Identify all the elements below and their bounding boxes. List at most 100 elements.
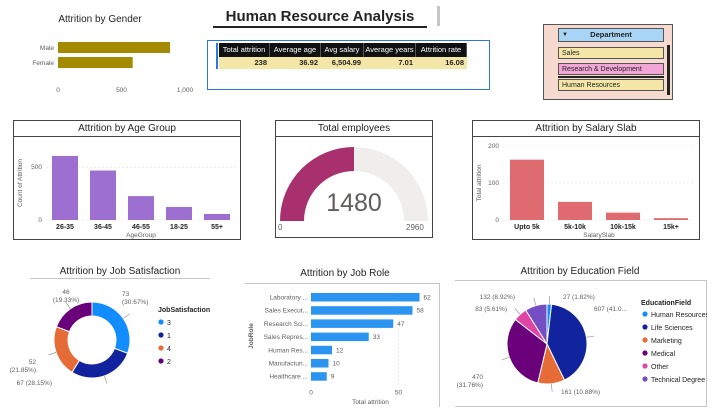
- salary-slab-y-tick: 100: [488, 180, 499, 187]
- job-satisfaction-data-label: 46: [62, 289, 70, 296]
- job-satisfaction-data-label: 67 (28.15%): [17, 380, 52, 387]
- department-slicer: ▼ Department Sales Research & Developmen…: [543, 24, 673, 100]
- job-role-bar: [311, 372, 327, 381]
- education-field-legend-marker: [642, 363, 648, 369]
- education-field-legend-label: Medical: [651, 351, 676, 358]
- education-field-leader-line: [514, 308, 521, 315]
- gauge-min-label: 0: [278, 223, 283, 232]
- job-satisfaction-slice: [53, 326, 81, 373]
- kpi-header-avg-salary[interactable]: Avg salary: [321, 43, 364, 57]
- education-field-legend-marker: [642, 350, 648, 356]
- salary-slab-category-label: 10k-15k: [610, 224, 636, 231]
- age-group-chart-title: Attrition by Age Group: [14, 121, 240, 137]
- age-group-bar: [166, 206, 192, 220]
- salary-slab-category-label: 5k-10k: [564, 224, 586, 231]
- department-item-human-resources[interactable]: Human Resources: [558, 79, 664, 91]
- department-item-research-development[interactable]: Research & Development: [558, 63, 664, 75]
- salary-slab-x-axis-label: SalarySlab: [583, 232, 615, 239]
- job-role-x-axis-label: Total attrition: [352, 399, 389, 406]
- job-role-bar: [311, 306, 413, 315]
- job-role-chart-title: Attrition by Job Role: [300, 268, 390, 279]
- department-slicer-divider: [558, 76, 664, 78]
- age-group-panel: Attrition by Age Group 0 500 26-35 36-45 46-…: [13, 120, 241, 240]
- gender-bar: [58, 57, 133, 68]
- job-satisfaction-chart-title: Attrition by Job Satisfaction: [59, 266, 181, 277]
- salary-slab-bar: [654, 218, 688, 220]
- kpi-header-average-years[interactable]: Average years: [364, 43, 416, 57]
- age-group-category-label: 26-35: [56, 224, 74, 231]
- salary-slab-y-tick: 200: [488, 143, 499, 150]
- education-field-data-label: 132 (8.92%): [480, 294, 515, 301]
- age-group-bar: [52, 155, 78, 220]
- kpi-value-total-attrition: 238: [219, 57, 270, 69]
- job-role-category-label: Human Res...: [268, 347, 308, 354]
- job-satisfaction-slice: [55, 301, 93, 333]
- salary-slab-y-tick: 0: [495, 217, 499, 224]
- education-field-leader-line: [586, 335, 595, 338]
- job-role-data-label: 58: [417, 308, 425, 315]
- kpi-header-attrition-rate[interactable]: Attrition rate: [416, 43, 467, 57]
- job-role-data-label: 9: [331, 374, 335, 381]
- job-role-category-label: Research Sci...: [264, 321, 308, 328]
- job-role-y-axis-label: JobRole: [248, 323, 255, 349]
- education-field-legend-label: Other: [651, 364, 669, 371]
- gender-x-tick: 500: [116, 87, 127, 94]
- job-role-bar: [311, 293, 420, 302]
- job-satisfaction-divider: [30, 278, 210, 279]
- job-satisfaction-slice: [91, 301, 131, 354]
- title-divider: [437, 6, 440, 26]
- salary-slab-chart-title: Attrition by Salary Slab: [473, 121, 699, 137]
- salary-slab-bar: [606, 212, 640, 220]
- job-satisfaction-legend-marker: [158, 319, 164, 325]
- kpi-header-average-age[interactable]: Average age: [270, 43, 321, 57]
- department-slicer-title: Department: [590, 30, 632, 39]
- department-slicer-scrollbar[interactable]: [667, 45, 670, 95]
- job-role-bar: [311, 345, 332, 355]
- education-field-data-label: (31.76%): [457, 382, 483, 389]
- education-field-data-label: 161 (10.88%): [561, 389, 600, 396]
- job-role-data-label: 10: [333, 361, 341, 368]
- education-field-data-label: 470: [472, 374, 483, 381]
- job-role-category-label: Healthcare ...: [269, 374, 308, 381]
- job-satisfaction-data-label: (30.67%): [122, 299, 148, 306]
- salary-slab-chart: 0 100 200 Upto 5k 5k-10k 10k-15k 15k+ SalarySla…: [476, 143, 695, 239]
- chevron-down-icon: ▼: [562, 32, 568, 38]
- kpi-value-avg-salary: 6,504.99: [321, 57, 364, 69]
- gauge-max-label: 2960: [406, 223, 424, 232]
- kpi-value-average-years: 7.01: [364, 57, 416, 69]
- job-role-category-label: Laboratory ...: [270, 295, 308, 302]
- education-field-leader-line: [533, 297, 537, 306]
- education-field-legend-marker: [642, 324, 648, 330]
- job-role-bar: [311, 332, 369, 342]
- education-field-legend-marker: [642, 376, 648, 382]
- job-satisfaction-legend-label: 4: [167, 346, 171, 353]
- salary-slab-category-label: 15k+: [663, 224, 679, 231]
- job-satisfaction-legend-label: 2: [167, 359, 171, 366]
- job-satisfaction-data-label: (21.85%): [10, 367, 36, 374]
- gauge-value: 1480: [326, 189, 382, 217]
- kpi-value-attrition-rate: 16.08: [416, 57, 467, 69]
- gender-chart-title: Attrition by Gender: [58, 14, 142, 25]
- kpi-header-total-attrition[interactable]: Total attrition: [219, 43, 270, 57]
- salary-slab-category-label: Upto 5k: [514, 224, 540, 231]
- education-field-chart: 27 (1.82%) 607 (41.0... 161 (10.88%) 470(31…: [457, 294, 707, 396]
- kpi-table: Total attrition Average age Avg salary A…: [207, 40, 490, 90]
- age-group-category-label: 55+: [211, 224, 223, 231]
- education-field-legend-title: EducationField: [641, 300, 691, 307]
- education-field-legend-label: Technical Degree: [651, 377, 705, 384]
- education-field-leader-line: [551, 383, 553, 392]
- job-satisfaction-data-label: (19.33%): [53, 297, 79, 304]
- department-slicer-header[interactable]: ▼ Department: [558, 28, 664, 42]
- job-satisfaction-data-label: 52: [29, 359, 37, 366]
- job-satisfaction-chart: 73(30.67%) 67 (28.15%) 52(21.85%) 46(19.33%…: [10, 289, 210, 387]
- education-field-data-label: 27 (1.82%): [563, 294, 595, 301]
- education-field-chart-title: Attrition by Education Field: [520, 266, 640, 277]
- kpi-table-marker: [216, 43, 218, 69]
- job-satisfaction-slice: [71, 347, 129, 379]
- job-role-category-label: Sales Repres...: [264, 334, 309, 341]
- job-role-x-tick: 50: [395, 389, 403, 396]
- job-role-category-label: Manufacturi...: [269, 361, 309, 368]
- job-role-data-label: 33: [373, 334, 381, 341]
- department-item-sales[interactable]: Sales: [558, 47, 664, 59]
- gender-category-label: Female: [32, 60, 54, 67]
